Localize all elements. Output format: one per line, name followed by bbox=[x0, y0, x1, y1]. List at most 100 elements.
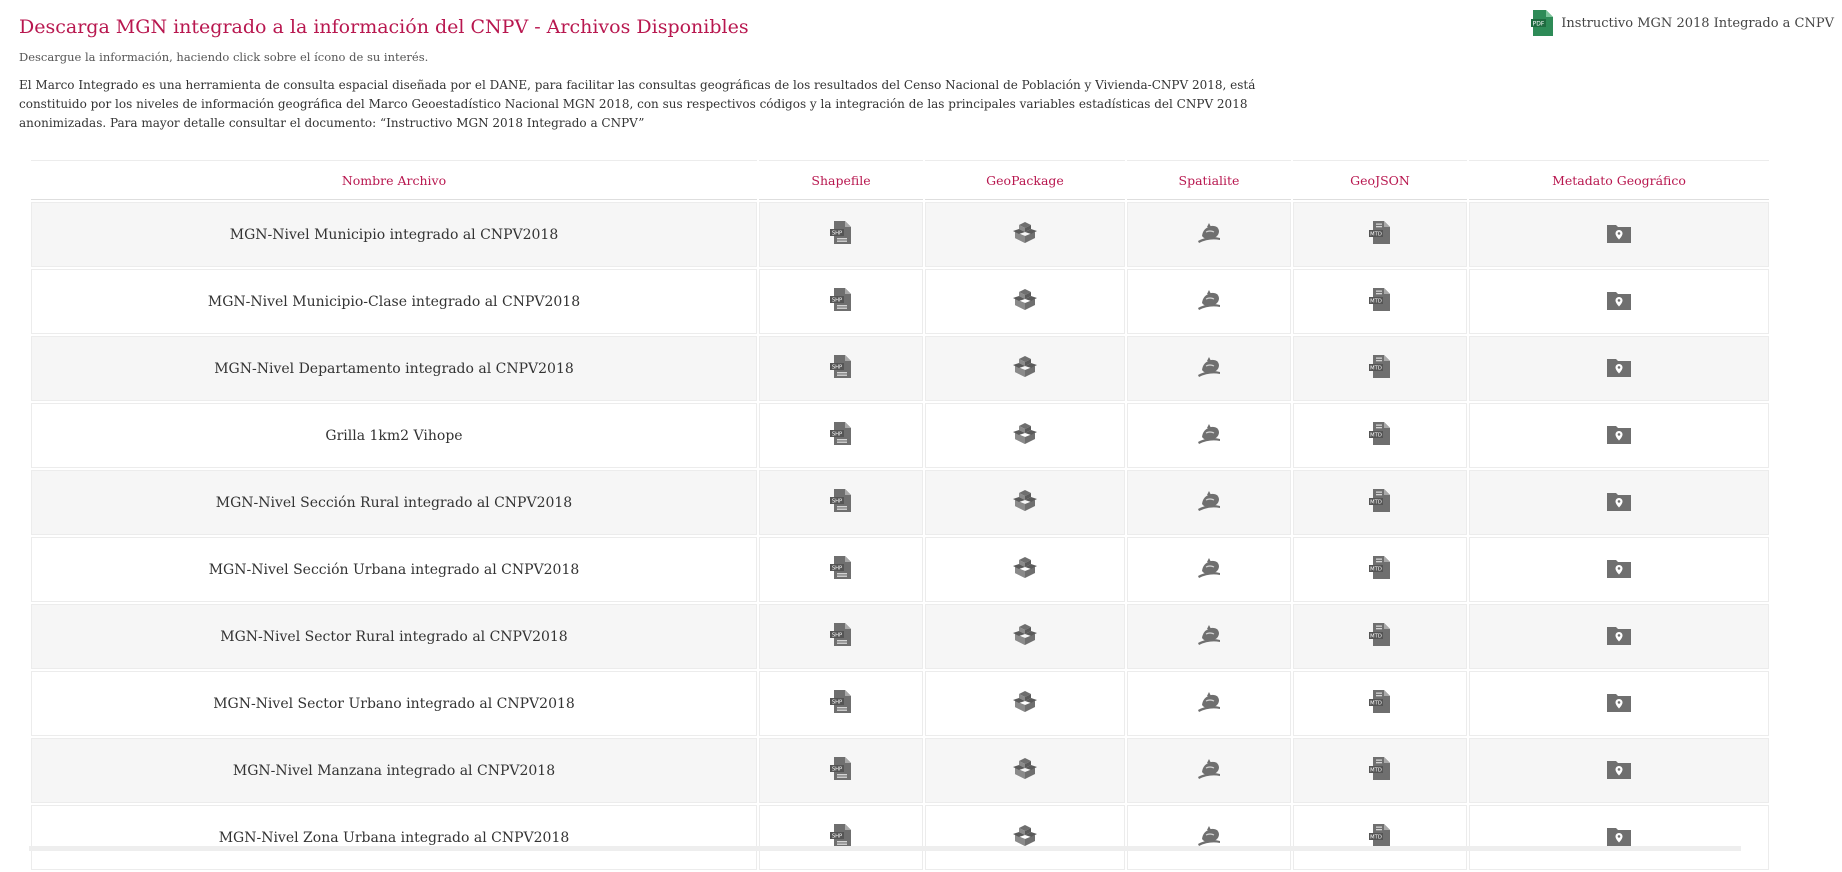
spatialite-cell bbox=[1127, 738, 1291, 803]
svg-text:MTD: MTD bbox=[1370, 633, 1382, 639]
geojson-icon[interactable]: MTD bbox=[1369, 488, 1391, 513]
svg-text:MTD: MTD bbox=[1370, 700, 1382, 706]
metadata-icon[interactable] bbox=[1607, 692, 1631, 712]
spatialite-cell bbox=[1127, 202, 1291, 267]
metadata-cell bbox=[1469, 269, 1769, 334]
geojson-icon[interactable]: MTD bbox=[1369, 287, 1391, 312]
spatialite-icon[interactable] bbox=[1197, 557, 1221, 579]
geojson-icon[interactable]: MTD bbox=[1369, 354, 1391, 379]
shapefile-icon[interactable]: SHP bbox=[830, 354, 852, 379]
geojson-icon[interactable]: MTD bbox=[1369, 823, 1391, 848]
metadata-cell bbox=[1469, 470, 1769, 535]
geopackage-icon[interactable] bbox=[1013, 489, 1037, 512]
file-name: Grilla 1km2 Vihope bbox=[325, 427, 463, 444]
shapefile-icon[interactable]: SHP bbox=[830, 287, 852, 312]
geojson-icon[interactable]: MTD bbox=[1369, 689, 1391, 714]
geopackage-cell bbox=[925, 403, 1125, 468]
file-name-cell: MGN-Nivel Departamento integrado al CNPV… bbox=[31, 336, 757, 401]
geopackage-icon[interactable] bbox=[1013, 623, 1037, 646]
metadata-cell bbox=[1469, 671, 1769, 736]
svg-text:SHP: SHP bbox=[832, 833, 842, 839]
geojson-icon[interactable]: MTD bbox=[1369, 756, 1391, 781]
file-name-cell: MGN-Nivel Sección Rural integrado al CNP… bbox=[31, 470, 757, 535]
shapefile-cell: SHP bbox=[759, 470, 923, 535]
shapefile-icon[interactable]: SHP bbox=[830, 488, 852, 513]
spatialite-icon[interactable] bbox=[1197, 758, 1221, 780]
spatialite-icon[interactable] bbox=[1197, 222, 1221, 244]
spatialite-icon[interactable] bbox=[1197, 691, 1221, 713]
geopackage-cell bbox=[925, 202, 1125, 267]
table-row: MGN-Nivel Municipio-Clase integrado al C… bbox=[31, 269, 1769, 334]
metadata-icon[interactable] bbox=[1607, 558, 1631, 578]
spatialite-icon[interactable] bbox=[1197, 289, 1221, 311]
shapefile-icon[interactable]: SHP bbox=[830, 689, 852, 714]
metadata-icon[interactable] bbox=[1607, 491, 1631, 511]
shapefile-cell: SHP bbox=[759, 537, 923, 602]
column-header-geojson: GeoJSON bbox=[1293, 160, 1467, 200]
geojson-icon[interactable]: MTD bbox=[1369, 555, 1391, 580]
geopackage-icon[interactable] bbox=[1013, 824, 1037, 847]
geojson-cell: MTD bbox=[1293, 537, 1467, 602]
geojson-icon[interactable]: MTD bbox=[1369, 622, 1391, 647]
files-table-wrapper: Nombre Archivo Shapefile GeoPackage Spat… bbox=[29, 158, 1769, 872]
spatialite-icon[interactable] bbox=[1197, 490, 1221, 512]
shapefile-icon[interactable]: SHP bbox=[830, 756, 852, 781]
table-row: MGN-Nivel Manzana integrado al CNPV2018 … bbox=[31, 738, 1769, 803]
spatialite-icon[interactable] bbox=[1197, 825, 1221, 847]
spatialite-icon[interactable] bbox=[1197, 624, 1221, 646]
spatialite-icon[interactable] bbox=[1197, 423, 1221, 445]
shapefile-icon[interactable]: SHP bbox=[830, 421, 852, 446]
svg-text:SHP: SHP bbox=[832, 230, 842, 236]
shapefile-icon[interactable]: SHP bbox=[830, 823, 852, 848]
file-name: MGN-Nivel Sector Urbano integrado al CNP… bbox=[213, 695, 575, 712]
geopackage-cell bbox=[925, 336, 1125, 401]
shapefile-cell: SHP bbox=[759, 202, 923, 267]
metadata-icon[interactable] bbox=[1607, 223, 1631, 243]
table-row: Grilla 1km2 Vihope SHP MTD bbox=[31, 403, 1769, 468]
svg-text:SHP: SHP bbox=[832, 364, 842, 370]
file-name: MGN-Nivel Municipio-Clase integrado al C… bbox=[207, 293, 581, 310]
metadata-icon[interactable] bbox=[1607, 357, 1631, 377]
metadata-icon[interactable] bbox=[1607, 625, 1631, 645]
geojson-cell: MTD bbox=[1293, 470, 1467, 535]
page-description: El Marco Integrado es una herramienta de… bbox=[19, 78, 1256, 130]
table-row: MGN-Nivel Sección Rural integrado al CNP… bbox=[31, 470, 1769, 535]
geopackage-icon[interactable] bbox=[1013, 556, 1037, 579]
geojson-cell: MTD bbox=[1293, 604, 1467, 669]
table-row: MGN-Nivel Zona Urbana integrado al CNPV2… bbox=[31, 805, 1769, 870]
spatialite-icon[interactable] bbox=[1197, 356, 1221, 378]
geopackage-icon[interactable] bbox=[1013, 288, 1037, 311]
table-header-row: Nombre Archivo Shapefile GeoPackage Spat… bbox=[31, 160, 1769, 200]
shapefile-icon[interactable]: SHP bbox=[830, 555, 852, 580]
spatialite-cell bbox=[1127, 403, 1291, 468]
metadata-icon[interactable] bbox=[1607, 290, 1631, 310]
geojson-icon[interactable]: MTD bbox=[1369, 220, 1391, 245]
geopackage-cell bbox=[925, 470, 1125, 535]
spatialite-cell bbox=[1127, 604, 1291, 669]
file-name: MGN-Nivel Sección Urbana integrado al CN… bbox=[208, 561, 580, 578]
instructivo-pdf-link[interactable]: PDF Instructivo MGN 2018 Integrado a CNP… bbox=[1531, 10, 1834, 36]
geopackage-icon[interactable] bbox=[1013, 221, 1037, 244]
shapefile-icon[interactable]: SHP bbox=[830, 622, 852, 647]
geopackage-icon[interactable] bbox=[1013, 422, 1037, 445]
geopackage-icon[interactable] bbox=[1013, 690, 1037, 713]
file-name-cell: MGN-Nivel Manzana integrado al CNPV2018 bbox=[31, 738, 757, 803]
file-name-cell: MGN-Nivel Sector Rural integrado al CNPV… bbox=[31, 604, 757, 669]
file-name-cell: MGN-Nivel Municipio-Clase integrado al C… bbox=[31, 269, 757, 334]
metadata-icon[interactable] bbox=[1607, 424, 1631, 444]
geopackage-cell bbox=[925, 537, 1125, 602]
geojson-cell: MTD bbox=[1293, 805, 1467, 870]
svg-text:MTD: MTD bbox=[1370, 834, 1382, 840]
svg-text:MTD: MTD bbox=[1370, 365, 1382, 371]
metadata-icon[interactable] bbox=[1607, 759, 1631, 779]
shapefile-icon[interactable]: SHP bbox=[830, 220, 852, 245]
metadata-cell bbox=[1469, 604, 1769, 669]
spatialite-cell bbox=[1127, 805, 1291, 870]
table-row: MGN-Nivel Sector Urbano integrado al CNP… bbox=[31, 671, 1769, 736]
shapefile-cell: SHP bbox=[759, 671, 923, 736]
column-header-shapefile: Shapefile bbox=[759, 160, 923, 200]
geopackage-icon[interactable] bbox=[1013, 355, 1037, 378]
geopackage-icon[interactable] bbox=[1013, 757, 1037, 780]
metadata-icon[interactable] bbox=[1607, 826, 1631, 846]
geojson-icon[interactable]: MTD bbox=[1369, 421, 1391, 446]
